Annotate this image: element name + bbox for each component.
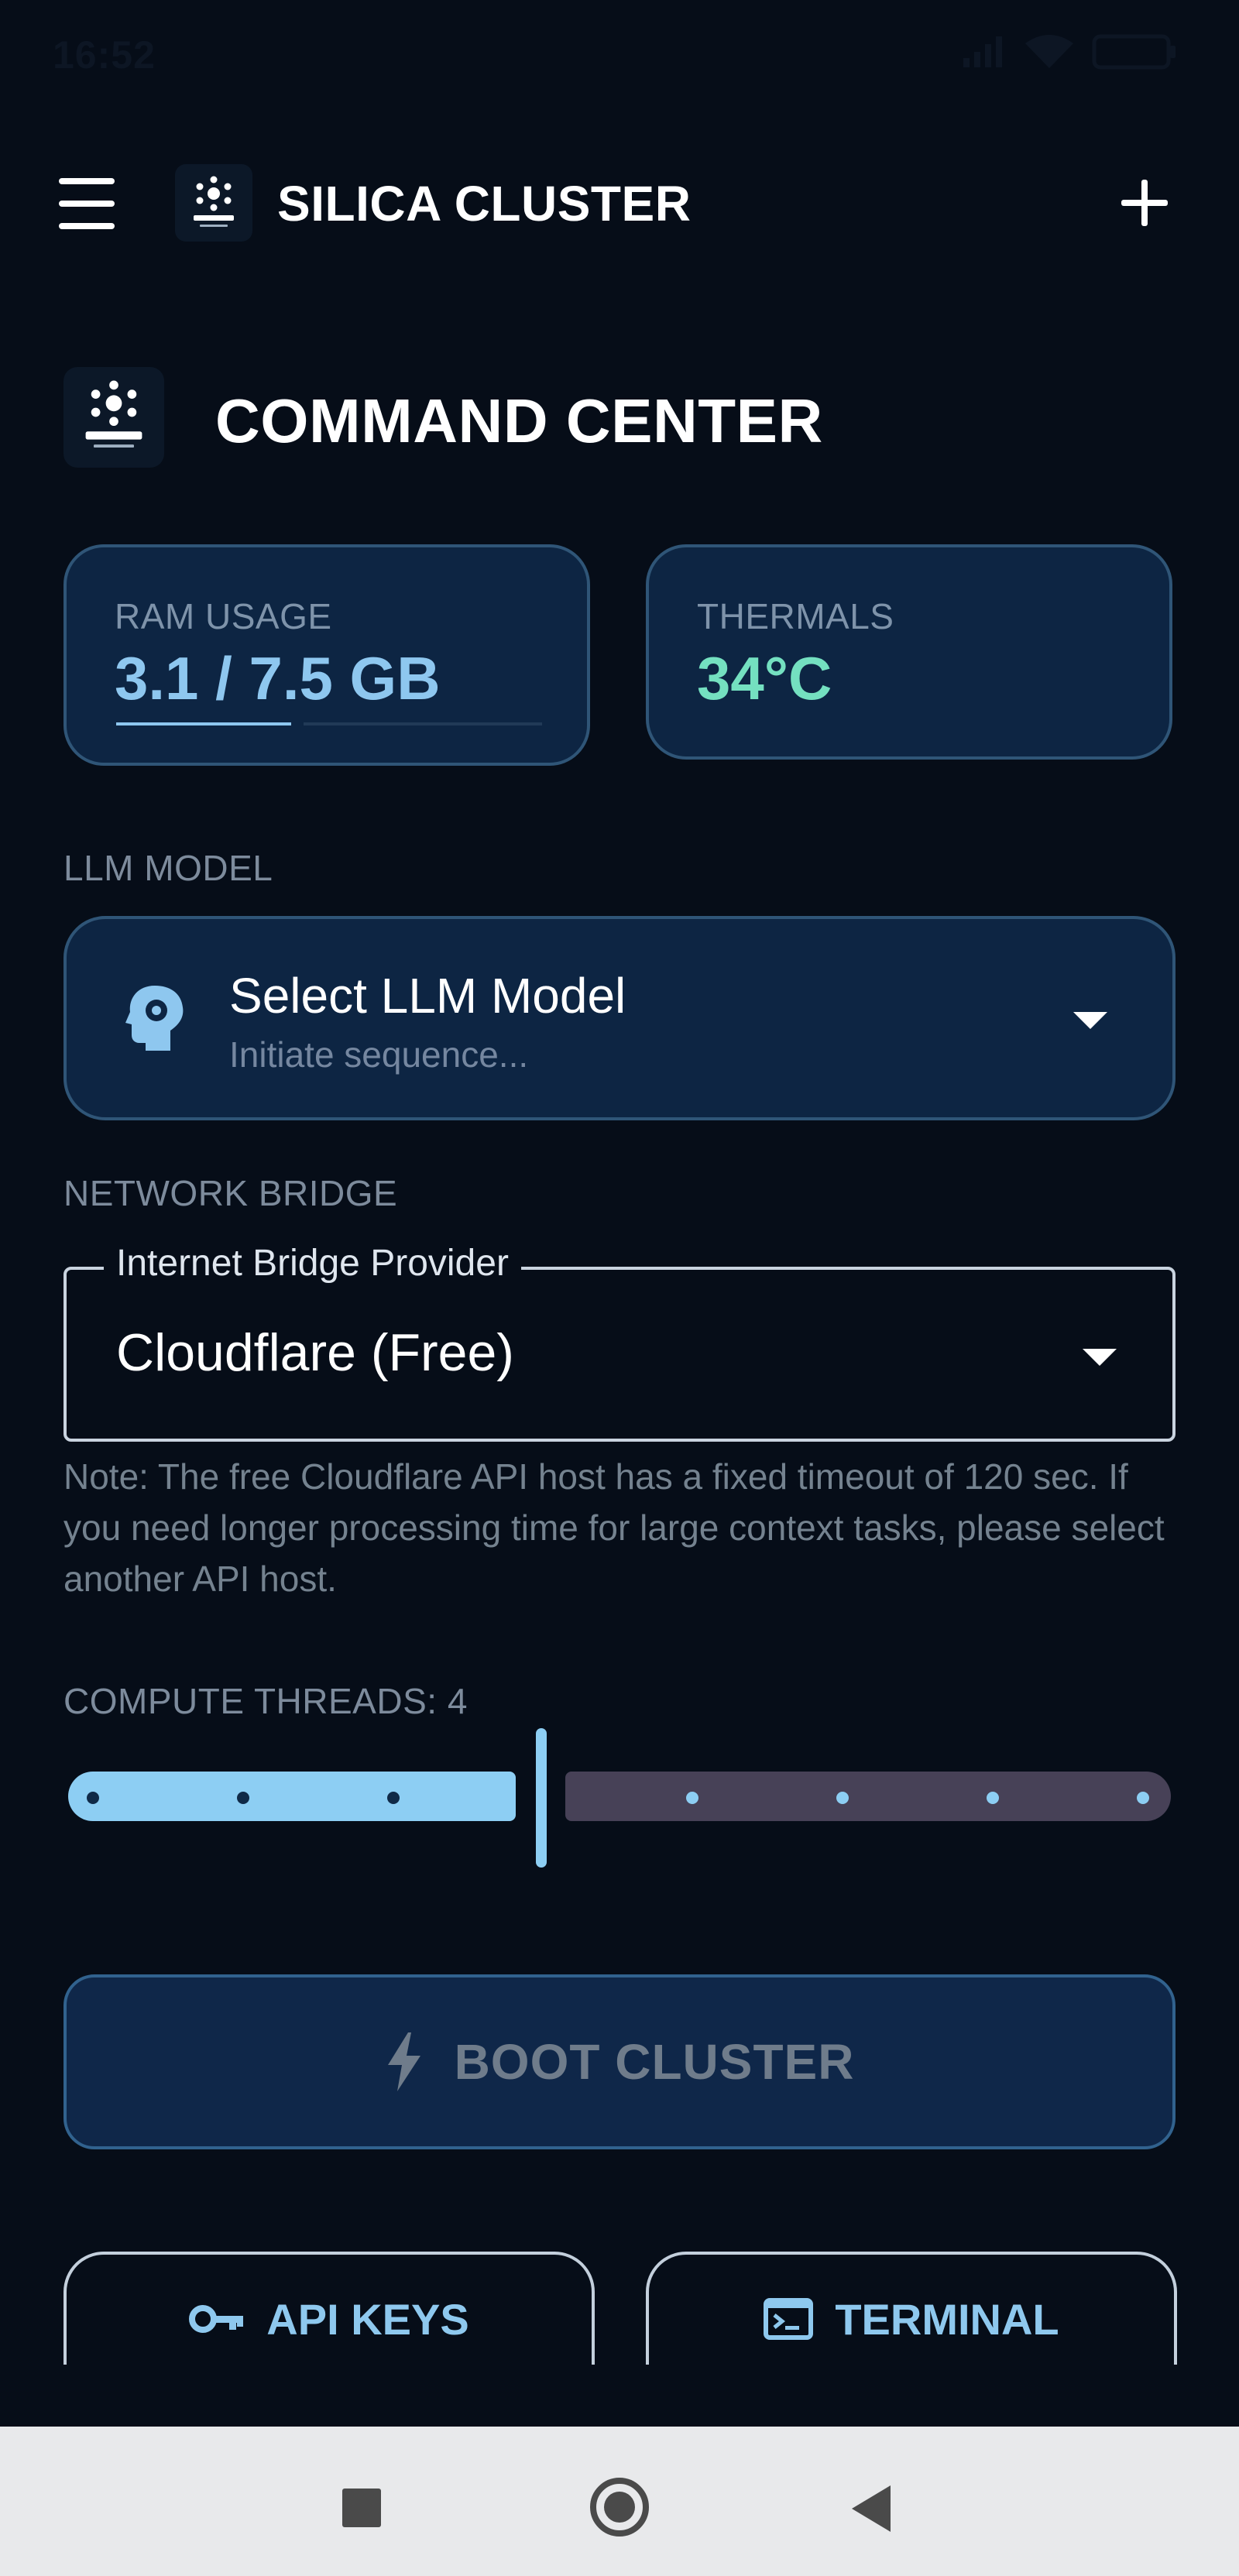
bridge-note: Note: The free Cloudflare API host has a… bbox=[63, 1456, 1165, 1599]
page-title: COMMAND CENTER bbox=[215, 386, 823, 455]
network-bridge-section-label: NETWORK BRIDGE bbox=[63, 1173, 398, 1213]
silica-logo-icon bbox=[194, 176, 234, 227]
slider-tick bbox=[1137, 1792, 1149, 1804]
slider-thumb[interactable] bbox=[536, 1728, 547, 1868]
slider-tick bbox=[237, 1792, 249, 1804]
app-logo bbox=[175, 164, 252, 242]
slider-tick bbox=[686, 1792, 698, 1804]
command-center-header: COMMAND CENTER bbox=[63, 367, 1179, 468]
ram-usage-label: RAM USAGE bbox=[115, 596, 332, 636]
thermals-card: THERMALS 34°C bbox=[646, 544, 1172, 760]
slider-tick bbox=[387, 1792, 400, 1804]
slider-tick bbox=[987, 1792, 999, 1804]
terminal-button[interactable]: TERMINAL bbox=[646, 2252, 1177, 2383]
system-nav-bar bbox=[0, 2427, 1239, 2576]
status-time: 16:52 bbox=[53, 33, 156, 77]
slider-tick bbox=[836, 1792, 849, 1804]
ram-usage-bar bbox=[116, 722, 542, 726]
llm-model-section-label: LLM MODEL bbox=[63, 848, 273, 888]
add-icon[interactable] bbox=[1115, 173, 1174, 232]
app-bar: SILICA CLUSTER bbox=[0, 147, 1239, 256]
llm-model-select[interactable]: Select LLM Model Initiate sequence... bbox=[63, 916, 1176, 1120]
slider-tick bbox=[87, 1792, 99, 1804]
bolt-icon bbox=[387, 2032, 420, 2091]
home-circle-icon[interactable] bbox=[590, 2478, 649, 2537]
thermals-value: 34°C bbox=[697, 644, 832, 712]
silica-logo-icon bbox=[85, 380, 142, 448]
battery-icon bbox=[1092, 34, 1176, 70]
slider-inactive-track bbox=[565, 1772, 1171, 1821]
llm-model-title: Select LLM Model bbox=[229, 968, 626, 1024]
back-triangle-icon[interactable] bbox=[852, 2485, 891, 2532]
signal-icon bbox=[963, 36, 1002, 67]
section-logo bbox=[63, 367, 164, 468]
terminal-label: TERMINAL bbox=[835, 2294, 1059, 2344]
compute-threads-slider[interactable] bbox=[63, 1728, 1176, 1868]
ram-usage-bar-fill bbox=[116, 722, 291, 725]
bridge-provider-select[interactable]: Internet Bridge Provider Cloudflare (Fre… bbox=[63, 1242, 1176, 1442]
slider-active-track bbox=[68, 1772, 516, 1821]
api-keys-button[interactable]: API KEYS bbox=[63, 2252, 595, 2383]
psychology-icon bbox=[125, 986, 184, 1051]
boot-cluster-button[interactable]: BOOT CLUSTER bbox=[63, 1974, 1176, 2149]
thermals-label: THERMALS bbox=[697, 596, 894, 636]
api-keys-label: API KEYS bbox=[266, 2294, 469, 2344]
wifi-icon bbox=[1025, 35, 1073, 68]
menu-button[interactable] bbox=[54, 178, 119, 229]
arrow-drop-down-icon bbox=[1083, 1349, 1117, 1366]
boot-cluster-label: BOOT CLUSTER bbox=[454, 2034, 855, 2090]
terminal-icon bbox=[764, 2298, 814, 2340]
llm-model-subtitle: Initiate sequence... bbox=[229, 1034, 529, 1075]
menu-icon bbox=[59, 178, 115, 184]
bridge-provider-value: Cloudflare (Free) bbox=[116, 1323, 514, 1382]
arrow-drop-down-icon bbox=[1073, 1012, 1107, 1029]
status-icons bbox=[960, 34, 1177, 70]
square-icon[interactable] bbox=[342, 2489, 381, 2527]
app-title: SILICA CLUSTER bbox=[277, 176, 692, 232]
compute-threads-label: COMPUTE THREADS: 4 bbox=[63, 1681, 468, 1721]
status-bar: 16:52 bbox=[0, 0, 1239, 108]
bridge-provider-label: Internet Bridge Provider bbox=[104, 1242, 521, 1285]
ram-usage-value: 3.1 / 7.5 GB bbox=[115, 644, 441, 712]
ram-usage-card: RAM USAGE 3.1 / 7.5 GB bbox=[63, 544, 590, 766]
key-icon bbox=[189, 2305, 244, 2333]
